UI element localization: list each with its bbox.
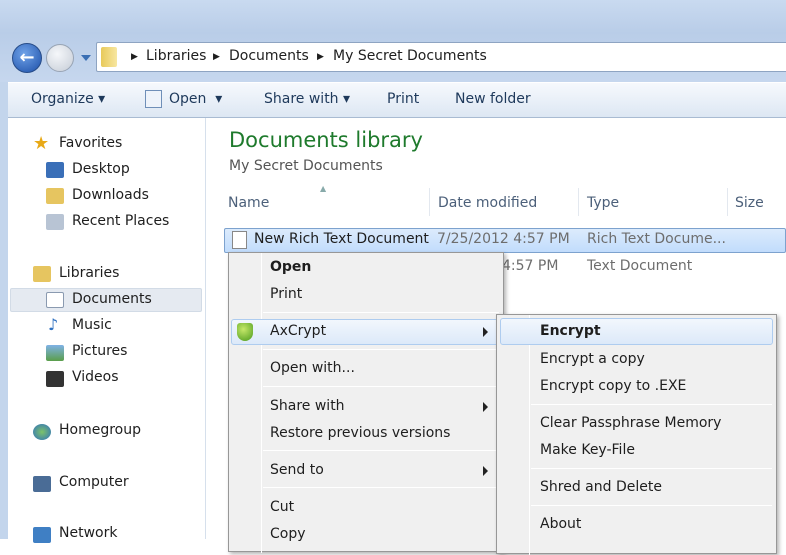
- breadcrumb-libraries[interactable]: Libraries: [146, 48, 206, 64]
- column-header-size[interactable]: Size: [735, 195, 764, 211]
- column-header-date[interactable]: Date modified: [438, 195, 537, 211]
- file-date: 4:57 PM: [502, 258, 559, 274]
- submenu-encrypt[interactable]: Encrypt: [540, 323, 601, 339]
- context-menu: Open Print AxCrypt Open with... Share wi…: [228, 252, 504, 553]
- file-name[interactable]: New Rich Text Document: [254, 231, 429, 247]
- submenu-clear-passphrase-memory[interactable]: Clear Passphrase Memory: [540, 415, 721, 431]
- pictures-icon: [46, 345, 64, 361]
- menu-restore-previous-versions[interactable]: Restore previous versions: [270, 425, 450, 441]
- downloads-icon: [46, 188, 64, 204]
- submenu-shred-and-delete[interactable]: Shred and Delete: [540, 479, 662, 495]
- organize-label: Organize: [31, 91, 94, 107]
- nav-computer[interactable]: Computer: [59, 474, 129, 490]
- menu-separator: [263, 349, 499, 350]
- sort-indicator-icon: ▲: [320, 184, 327, 193]
- menu-separator: [263, 487, 499, 488]
- nav-documents[interactable]: Documents: [72, 291, 152, 307]
- axcrypt-submenu: Encrypt Encrypt a copy Encrypt copy to .…: [496, 314, 777, 555]
- menu-separator: [531, 505, 772, 506]
- menu-share-with[interactable]: Share with: [270, 398, 345, 414]
- nav-recent-places[interactable]: Recent Places: [72, 213, 169, 229]
- documents-icon: [46, 292, 64, 308]
- column-divider[interactable]: [727, 188, 728, 216]
- nav-downloads[interactable]: Downloads: [72, 187, 149, 203]
- back-button[interactable]: ←: [12, 43, 42, 73]
- recent-places-icon: [46, 214, 64, 230]
- print-button[interactable]: Print: [387, 91, 419, 107]
- library-subtitle: My Secret Documents: [229, 158, 383, 174]
- file-type: Rich Text Docume...: [587, 231, 726, 247]
- star-icon: ★: [33, 133, 50, 154]
- menu-print[interactable]: Print: [270, 286, 302, 302]
- nav-favorites[interactable]: Favorites: [59, 135, 122, 151]
- file-type: Text Document: [587, 258, 693, 274]
- libraries-icon: [33, 266, 51, 282]
- column-divider[interactable]: [429, 188, 430, 216]
- rtf-file-icon: [232, 231, 247, 249]
- menu-gutter: [261, 253, 262, 553]
- menu-gutter: [529, 315, 530, 555]
- submenu-arrow-icon: [483, 327, 488, 337]
- submenu-encrypt-a-copy[interactable]: Encrypt a copy: [540, 351, 645, 367]
- submenu-encrypt-copy-to-exe[interactable]: Encrypt copy to .EXE: [540, 378, 686, 394]
- submenu-arrow-icon: [483, 466, 488, 476]
- breadcrumb-my-secret-documents[interactable]: My Secret Documents: [333, 48, 487, 64]
- folder-icon: [101, 47, 117, 67]
- open-label: Open: [169, 91, 207, 107]
- breadcrumb-arrow-icon: ▶: [213, 52, 220, 62]
- network-icon: [33, 527, 51, 543]
- submenu-about[interactable]: About: [540, 516, 581, 532]
- menu-send-to[interactable]: Send to: [270, 462, 324, 478]
- share-with-label: Share with: [264, 91, 339, 107]
- submenu-arrow-icon: [483, 402, 488, 412]
- file-date: 7/25/2012 4:57 PM: [437, 231, 570, 247]
- axcrypt-shield-icon: [237, 323, 253, 341]
- open-button[interactable]: Open ▾: [169, 91, 222, 107]
- new-folder-button[interactable]: New folder: [455, 91, 531, 107]
- nav-pictures[interactable]: Pictures: [72, 343, 127, 359]
- music-icon: ♪: [48, 315, 59, 334]
- window-border: [0, 82, 8, 539]
- nav-libraries[interactable]: Libraries: [59, 265, 119, 281]
- column-header-type[interactable]: Type: [587, 195, 619, 211]
- breadcrumb-arrow-icon: ▶: [317, 52, 324, 62]
- menu-copy[interactable]: Copy: [270, 526, 306, 542]
- column-header-name[interactable]: Name: [228, 195, 269, 211]
- nav-homegroup[interactable]: Homegroup: [59, 422, 141, 438]
- breadcrumb-documents[interactable]: Documents: [229, 48, 309, 64]
- menu-separator: [531, 404, 772, 405]
- menu-open[interactable]: Open: [270, 259, 311, 275]
- menu-axcrypt[interactable]: AxCrypt: [270, 323, 326, 339]
- menu-separator: [531, 468, 772, 469]
- computer-icon: [33, 476, 51, 492]
- menu-separator: [263, 386, 499, 387]
- nav-desktop[interactable]: Desktop: [72, 161, 130, 177]
- share-with-button[interactable]: Share with ▾: [264, 91, 350, 107]
- menu-cut[interactable]: Cut: [270, 499, 294, 515]
- breadcrumb-arrow-icon: ▶: [131, 52, 138, 62]
- column-divider[interactable]: [578, 188, 579, 216]
- homegroup-icon: [33, 424, 51, 440]
- nav-videos[interactable]: Videos: [72, 369, 119, 385]
- nav-music[interactable]: Music: [72, 317, 112, 333]
- submenu-make-key-file[interactable]: Make Key-File: [540, 442, 635, 458]
- menu-open-with[interactable]: Open with...: [270, 360, 355, 376]
- open-app-icon: [145, 90, 162, 108]
- library-title: Documents library: [229, 128, 423, 152]
- history-dropdown-icon[interactable]: [81, 55, 91, 61]
- menu-separator: [263, 312, 499, 313]
- forward-button[interactable]: [46, 44, 74, 72]
- menu-separator: [263, 450, 499, 451]
- videos-icon: [46, 371, 64, 387]
- desktop-icon: [46, 162, 64, 178]
- organize-button[interactable]: Organize ▾: [31, 91, 105, 107]
